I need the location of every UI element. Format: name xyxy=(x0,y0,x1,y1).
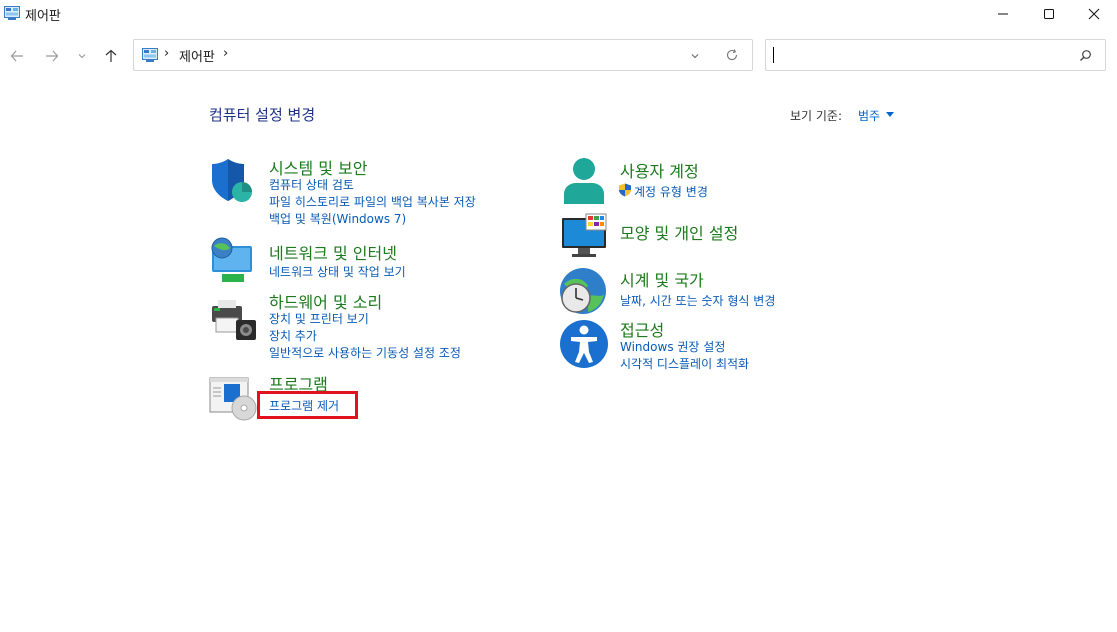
category-clock-region[interactable]: 시계 및 국가 xyxy=(620,267,704,291)
search-icon[interactable] xyxy=(1079,49,1092,62)
view-by-dropdown[interactable]: 범주 xyxy=(858,107,880,124)
highlight-box xyxy=(257,391,358,419)
close-button[interactable] xyxy=(1071,0,1117,28)
link-add-device[interactable]: 장치 추가 xyxy=(269,327,317,344)
arrow-left-icon xyxy=(10,50,23,62)
monitor-icon[interactable] xyxy=(560,212,610,262)
view-by-label: 보기 기준: xyxy=(790,109,843,123)
address-bar[interactable]: › 제어판 › xyxy=(133,39,753,71)
chevron-down-icon xyxy=(78,54,86,59)
arrow-right-icon xyxy=(46,50,59,62)
back-button[interactable] xyxy=(5,44,29,68)
breadcrumb-separator[interactable]: › xyxy=(223,46,228,61)
printer-speaker-icon[interactable] xyxy=(208,294,258,344)
link-file-history-backup[interactable]: 파일 히스토리로 파일의 백업 복사본 저장 xyxy=(269,193,476,210)
breadcrumb-separator[interactable]: › xyxy=(164,46,169,61)
user-icon[interactable] xyxy=(560,156,610,206)
link-mobility-settings[interactable]: 일반적으로 사용하는 기동성 설정 조정 xyxy=(269,344,461,361)
title-bar: 제어판 xyxy=(0,0,1117,28)
search-box[interactable] xyxy=(765,39,1106,71)
chevron-down-icon[interactable] xyxy=(690,51,700,61)
shield-icon[interactable] xyxy=(208,156,258,206)
category-network-internet[interactable]: 네트워크 및 인터넷 xyxy=(269,240,397,264)
link-change-account-type[interactable]: 계정 유형 변경 xyxy=(634,183,708,200)
category-appearance[interactable]: 모양 및 개인 설정 xyxy=(620,220,738,244)
link-date-time-format[interactable]: 날짜, 시간 또는 숫자 형식 변경 xyxy=(620,292,775,309)
accessibility-icon[interactable] xyxy=(559,319,609,369)
programs-icon[interactable] xyxy=(208,374,258,424)
breadcrumb-control-panel[interactable]: 제어판 xyxy=(179,46,215,65)
forward-button[interactable] xyxy=(40,44,64,68)
up-button[interactable] xyxy=(99,44,123,68)
maximize-button[interactable] xyxy=(1026,0,1072,28)
minimize-button[interactable] xyxy=(980,0,1026,28)
window-title: 제어판 xyxy=(25,9,61,24)
link-devices-printers[interactable]: 장치 및 프린터 보기 xyxy=(269,310,369,327)
network-globe-icon[interactable] xyxy=(208,236,258,286)
recent-locations-button[interactable] xyxy=(71,44,93,68)
link-optimize-visual-display[interactable]: 시각적 디스플레이 최적화 xyxy=(620,355,749,372)
maximize-icon xyxy=(1044,9,1054,19)
uac-shield-icon xyxy=(619,183,631,197)
link-network-status[interactable]: 네트워크 상태 및 작업 보기 xyxy=(269,263,406,280)
refresh-icon[interactable] xyxy=(725,48,739,62)
arrow-up-icon xyxy=(105,49,117,62)
link-backup-restore[interactable]: 백업 및 복원(Windows 7) xyxy=(269,210,406,227)
control-panel-icon xyxy=(4,6,20,20)
link-windows-recommended-settings[interactable]: Windows 권장 설정 xyxy=(620,338,725,355)
dropdown-arrow-icon[interactable] xyxy=(886,112,894,117)
minimize-icon xyxy=(998,13,1008,15)
navigation-bar: › 제어판 › xyxy=(0,36,1117,76)
clock-globe-icon[interactable] xyxy=(558,266,608,316)
category-user-accounts[interactable]: 사용자 계정 xyxy=(620,158,699,182)
page-title: 컴퓨터 설정 변경 xyxy=(209,106,316,124)
link-review-computer-status[interactable]: 컴퓨터 상태 검토 xyxy=(269,176,354,193)
text-cursor xyxy=(773,47,774,63)
close-icon xyxy=(1088,8,1100,20)
control-panel-icon xyxy=(142,48,158,62)
